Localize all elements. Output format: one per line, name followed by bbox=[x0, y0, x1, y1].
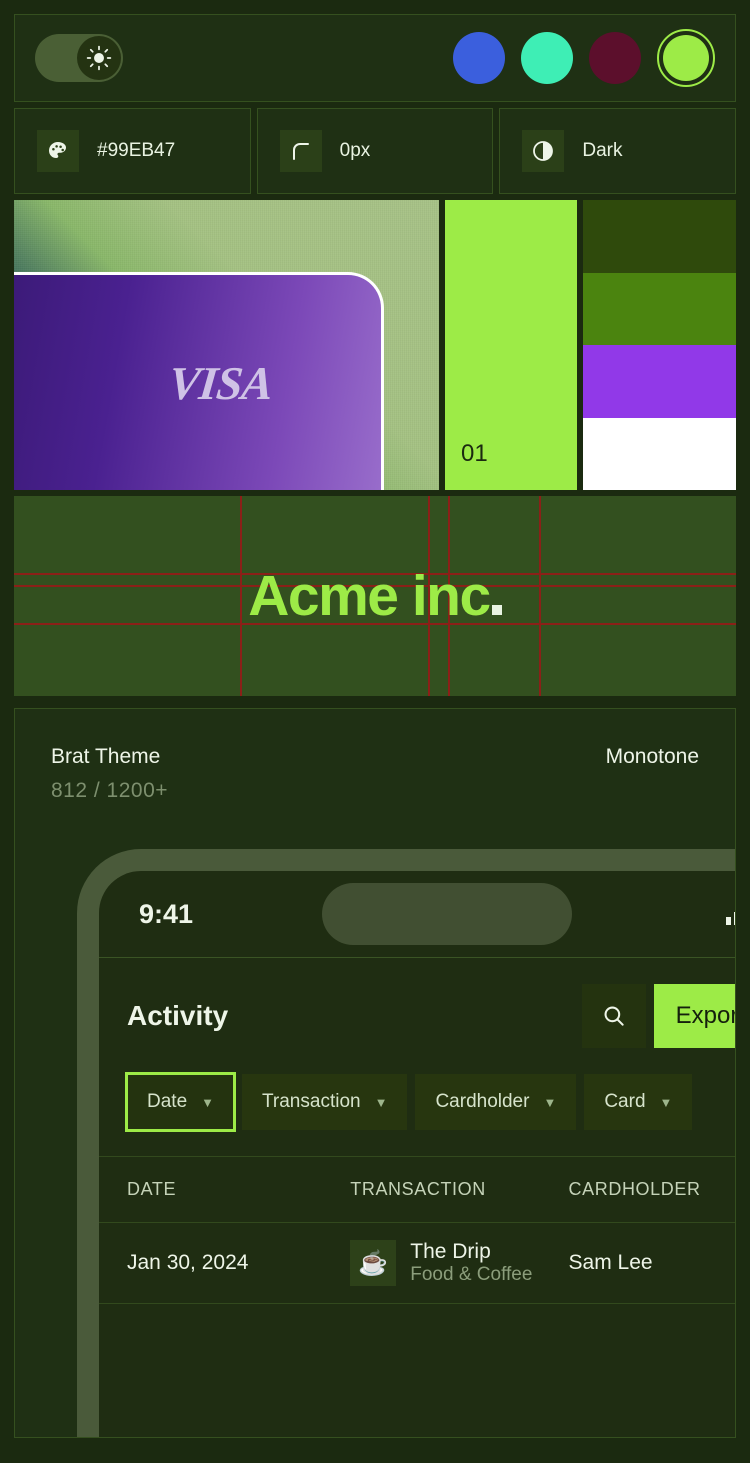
theme-count: 812 / 1200+ bbox=[51, 779, 169, 802]
theme-tag: Monotone bbox=[605, 745, 699, 768]
chevron-down-icon: ▼ bbox=[374, 1094, 388, 1110]
chevron-down-icon: ▼ bbox=[659, 1094, 673, 1110]
token-accent-color[interactable]: #99EB47 bbox=[14, 108, 251, 194]
theme-name: Brat Theme bbox=[51, 745, 161, 768]
cell-cardholder: Sam Lee bbox=[568, 1251, 653, 1274]
topbar bbox=[14, 14, 736, 102]
swatch-panel-number: 01 bbox=[461, 440, 488, 467]
sun-icon bbox=[86, 45, 112, 71]
swatch-maroon[interactable] bbox=[589, 32, 641, 84]
statusbar-time: 9:41 bbox=[139, 898, 194, 929]
chevron-down-icon: ▼ bbox=[201, 1094, 215, 1110]
logo-grid-preview: Acme inc bbox=[14, 496, 736, 696]
column-header-transaction[interactable]: TRANSACTION bbox=[350, 1179, 568, 1200]
merchant-category: Food & Coffee bbox=[410, 1264, 533, 1286]
stack-mid-green[interactable] bbox=[583, 272, 736, 345]
swatch-panel-01[interactable]: 01 bbox=[445, 200, 577, 490]
filter-chip-label: Transaction bbox=[262, 1091, 361, 1112]
theme-section: Brat Theme 812 / 1200+ Monotone 9:41 Act… bbox=[14, 708, 736, 1438]
dynamic-island bbox=[322, 883, 572, 945]
token-accent-value: #99EB47 bbox=[97, 140, 176, 161]
search-button[interactable] bbox=[581, 984, 646, 1048]
stack-white[interactable] bbox=[583, 417, 736, 490]
swatch-blue[interactable] bbox=[453, 32, 505, 84]
visa-logo: VISA bbox=[166, 357, 275, 410]
light-dark-toggle[interactable] bbox=[35, 34, 123, 82]
swatch-lime-selected[interactable] bbox=[657, 29, 715, 87]
column-header-cardholder[interactable]: CARDHOLDER bbox=[569, 1179, 735, 1200]
contrast-icon bbox=[522, 130, 565, 172]
theme-header: Brat Theme 812 / 1200+ Monotone bbox=[15, 709, 735, 803]
cell-date: Jan 30, 2024 bbox=[127, 1251, 249, 1274]
toggle-knob bbox=[77, 36, 121, 80]
color-stack bbox=[583, 200, 736, 490]
filter-chip-cardholder[interactable]: Cardholder ▼ bbox=[415, 1074, 577, 1130]
signal-bars-icon bbox=[726, 903, 735, 925]
phone-statusbar: 9:41 bbox=[99, 871, 735, 957]
corner-radius-icon bbox=[279, 130, 322, 172]
swatch-lime-fill bbox=[663, 35, 709, 81]
preview-strip: VISA 01 bbox=[14, 200, 736, 490]
filter-chip-label: Card bbox=[604, 1091, 646, 1112]
filter-chip-label: Date bbox=[147, 1091, 188, 1112]
token-corner-radius[interactable]: 0px bbox=[256, 108, 494, 194]
filter-chip-date[interactable]: Date ▼ bbox=[124, 1072, 237, 1132]
coffee-cup-icon: ☕ bbox=[350, 1240, 397, 1286]
search-icon bbox=[604, 1006, 624, 1026]
palette-icon bbox=[37, 130, 79, 172]
export-button[interactable]: Export bbox=[653, 984, 735, 1048]
token-contrast-mode[interactable]: Dark bbox=[499, 108, 737, 194]
credit-card-preview: VISA bbox=[14, 200, 439, 490]
phone-mockup: 9:41 Activity Export bbox=[77, 849, 735, 1437]
filter-chip-label: Cardholder bbox=[435, 1091, 530, 1112]
filter-chip-card[interactable]: Card ▼ bbox=[584, 1074, 693, 1130]
table-row[interactable]: Jan 30, 2024 ☕ The Drip Food & Coffee Sa… bbox=[99, 1222, 735, 1304]
visa-card: VISA bbox=[14, 272, 384, 490]
token-corner-radius-value: 0px bbox=[339, 140, 371, 161]
color-swatches bbox=[453, 29, 715, 87]
token-row: #99EB47 0px Dark bbox=[14, 108, 737, 194]
logo-text: Acme inc bbox=[248, 564, 491, 628]
page-title: Activity bbox=[127, 1000, 229, 1031]
chevron-down-icon: ▼ bbox=[543, 1094, 557, 1110]
page-root: #99EB47 0px Dark VISA 01 Acme inc Brat T… bbox=[0, 0, 750, 1463]
logo-wordmark: Acme inc bbox=[14, 563, 736, 629]
filter-chip-transaction[interactable]: Transaction ▼ bbox=[242, 1074, 408, 1130]
merchant-name: The Drip bbox=[410, 1240, 491, 1263]
token-contrast-value: Dark bbox=[582, 140, 623, 161]
activity-header: Activity Export bbox=[99, 958, 735, 1074]
cell-transaction: ☕ The Drip Food & Coffee bbox=[350, 1240, 568, 1286]
column-header-date[interactable]: DATE bbox=[127, 1179, 350, 1200]
swatch-mint[interactable] bbox=[521, 32, 573, 84]
stack-dark-green[interactable] bbox=[583, 200, 736, 273]
logo-dot bbox=[491, 605, 502, 615]
stack-purple[interactable] bbox=[583, 345, 736, 418]
filter-chips: Date ▼ Transaction ▼ Cardholder ▼ Card ▼ bbox=[99, 1072, 735, 1156]
table-header-row: DATE TRANSACTION CARDHOLDER bbox=[99, 1156, 735, 1222]
activity-actions: Export bbox=[581, 984, 735, 1048]
